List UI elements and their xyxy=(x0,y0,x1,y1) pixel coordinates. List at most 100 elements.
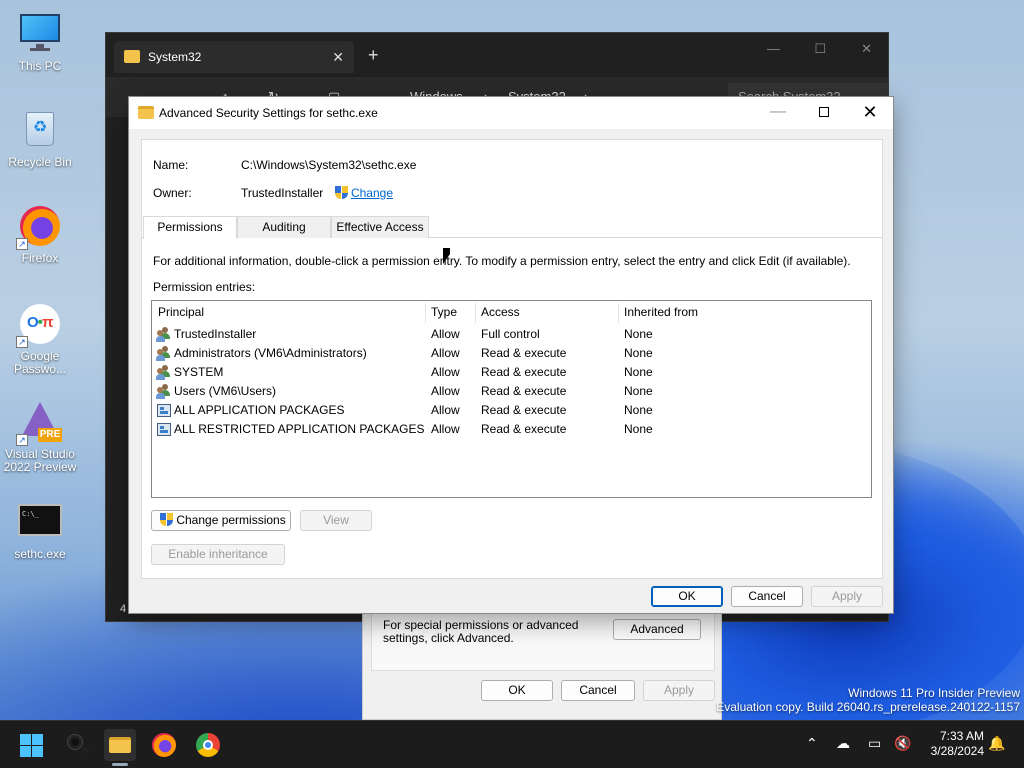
view-button[interactable]: View xyxy=(300,510,372,531)
close-icon[interactable]: ✕ xyxy=(861,41,872,57)
shortcut-arrow-icon: ↗ xyxy=(16,434,28,446)
column-type[interactable]: Type xyxy=(425,301,457,324)
type-cell: Allow xyxy=(431,403,460,417)
table-row[interactable]: SYSTEM Allow Read & execute None xyxy=(152,363,871,382)
close-icon[interactable]: ✕ xyxy=(847,97,893,129)
chrome-icon[interactable] xyxy=(192,729,224,761)
user-group-icon xyxy=(156,384,172,399)
advanced-hint-text: For special permissions or advanced sett… xyxy=(383,618,579,645)
properties-apply-button[interactable]: Apply xyxy=(643,680,715,701)
folder-icon xyxy=(124,50,140,63)
table-row[interactable]: Administrators (VM6\Administrators) Allo… xyxy=(152,344,871,363)
inherited-cell: None xyxy=(624,384,653,398)
console-prompt: C:\_ xyxy=(22,510,39,518)
owner-row: TrustedInstaller Change xyxy=(241,186,393,200)
chevron-up-icon[interactable]: ⌃ xyxy=(806,735,818,752)
visual-studio-icon: PRE ↗ xyxy=(16,400,62,446)
dialog-titlebar[interactable]: Advanced Security Settings for sethc.exe… xyxy=(129,97,893,129)
dialog-content-panel: Name: C:\Windows\System32\sethc.exe Owne… xyxy=(141,139,883,579)
desktop-icon-sethc[interactable]: C:\_ sethc.exe xyxy=(0,500,80,561)
desktop-icon-recycle-bin[interactable]: ♻ Recycle Bin xyxy=(0,108,80,169)
explorer-tab-title: System32 xyxy=(148,50,202,64)
maximize-icon[interactable] xyxy=(801,97,847,129)
start-icon[interactable] xyxy=(20,734,44,758)
properties-dialog[interactable]: For special permissions or advanced sett… xyxy=(362,600,722,720)
apply-button[interactable]: Apply xyxy=(811,586,883,607)
table-row[interactable]: ALL RESTRICTED APPLICATION PACKAGES Allo… xyxy=(152,420,871,439)
desktop-icon-label: Recycle Bin xyxy=(8,155,72,169)
table-row[interactable]: ALL APPLICATION PACKAGES Allow Read & ex… xyxy=(152,401,871,420)
taskbar-clock[interactable]: 7:33 AM 3/28/2024 xyxy=(931,729,984,759)
desktop-icon-label: Visual Studio 2022 Preview xyxy=(3,447,77,474)
tab-permissions[interactable]: Permissions xyxy=(143,216,237,239)
change-owner-link[interactable]: Change xyxy=(351,186,393,200)
firefox-icon[interactable] xyxy=(148,729,180,761)
package-icon xyxy=(157,404,171,417)
access-cell: Read & execute xyxy=(481,346,567,360)
tab-auditing[interactable]: Auditing xyxy=(237,216,331,238)
console-icon: C:\_ xyxy=(18,500,62,544)
shortcut-arrow-icon: ↗ xyxy=(16,238,28,250)
explorer-tab[interactable]: System32 ✕ xyxy=(114,41,354,73)
tab-effective-access[interactable]: Effective Access xyxy=(331,216,429,238)
advanced-security-dialog[interactable]: Advanced Security Settings for sethc.exe… xyxy=(128,96,894,614)
permission-entries-label: Permission entries: xyxy=(153,280,256,294)
permissions-info-text: For additional information, double-click… xyxy=(153,254,851,268)
access-cell: Read & execute xyxy=(481,422,567,436)
explorer-status: 4 xyxy=(120,603,127,615)
principal-cell: ALL RESTRICTED APPLICATION PACKAGES xyxy=(174,422,425,436)
shortcut-arrow-icon: ↗ xyxy=(16,336,28,348)
enable-inheritance-button[interactable]: Enable inheritance xyxy=(151,544,285,565)
desktop-icon-firefox[interactable]: ↗ Firefox xyxy=(0,204,80,265)
key-icon: O•π ↗ xyxy=(16,302,62,348)
clock-time: 7:33 AM xyxy=(939,729,984,743)
access-cell: Read & execute xyxy=(481,403,567,417)
type-cell: Allow xyxy=(431,384,460,398)
desktop-icon-label: Google Passwo... xyxy=(13,349,67,376)
properties-cancel-button[interactable]: Cancel xyxy=(561,680,635,701)
monitor-icon xyxy=(18,12,62,56)
change-permissions-button[interactable]: Change permissions xyxy=(151,510,291,531)
maximize-icon[interactable]: ☐ xyxy=(814,41,826,57)
minimize-icon[interactable]: — xyxy=(767,41,780,56)
uac-shield-icon xyxy=(334,186,348,200)
search-icon[interactable] xyxy=(62,729,94,761)
desktop-icon-label: This PC xyxy=(18,59,62,73)
table-row[interactable]: Users (VM6\Users) Allow Read & execute N… xyxy=(152,382,871,401)
minimize-icon[interactable]: — xyxy=(755,97,801,129)
inherited-cell: None xyxy=(624,403,653,417)
table-row[interactable]: TrustedInstaller Allow Full control None xyxy=(152,325,871,344)
package-icon xyxy=(157,423,171,436)
network-icon[interactable]: ▭ xyxy=(868,735,881,752)
new-tab-button[interactable]: + xyxy=(368,45,379,66)
desktop-icon-google-passwords[interactable]: O•π ↗ Google Passwo... xyxy=(0,302,80,376)
volume-muted-icon[interactable]: 🔇 xyxy=(894,735,911,752)
user-group-icon xyxy=(156,365,172,380)
desktop-icon-visual-studio[interactable]: PRE ↗ Visual Studio 2022 Preview xyxy=(0,400,80,474)
principal-cell: TrustedInstaller xyxy=(174,327,257,341)
onedrive-icon[interactable]: ☁ xyxy=(836,735,850,752)
desktop-icon-this-pc[interactable]: This PC xyxy=(0,12,80,73)
column-access[interactable]: Access xyxy=(475,301,520,324)
properties-ok-button[interactable]: OK xyxy=(481,680,553,701)
uac-shield-icon xyxy=(160,513,173,527)
inherited-cell: None xyxy=(624,365,653,379)
file-explorer-icon[interactable] xyxy=(104,729,136,761)
permission-entries-list[interactable]: Principal Type Access Inherited from Tru… xyxy=(151,300,872,498)
active-app-indicator xyxy=(112,763,128,766)
access-cell: Full control xyxy=(481,327,540,341)
column-inherited-from[interactable]: Inherited from xyxy=(618,301,698,324)
column-principal[interactable]: Principal xyxy=(152,301,204,324)
access-cell: Read & execute xyxy=(481,365,567,379)
cancel-button[interactable]: Cancel xyxy=(731,586,803,607)
watermark-line-1: Windows 11 Pro Insider Preview xyxy=(848,686,1020,700)
ok-button[interactable]: OK xyxy=(651,586,723,607)
user-group-icon xyxy=(156,346,172,361)
close-tab-icon[interactable]: ✕ xyxy=(332,41,344,73)
desktop-icon-label: Firefox xyxy=(21,251,59,265)
mouse-cursor-icon xyxy=(443,248,450,264)
owner-value: TrustedInstaller xyxy=(241,186,324,200)
advanced-button[interactable]: Advanced xyxy=(613,619,701,640)
notification-bell-icon[interactable]: 🔔 xyxy=(988,735,1005,752)
name-value: C:\Windows\System32\sethc.exe xyxy=(241,158,417,172)
